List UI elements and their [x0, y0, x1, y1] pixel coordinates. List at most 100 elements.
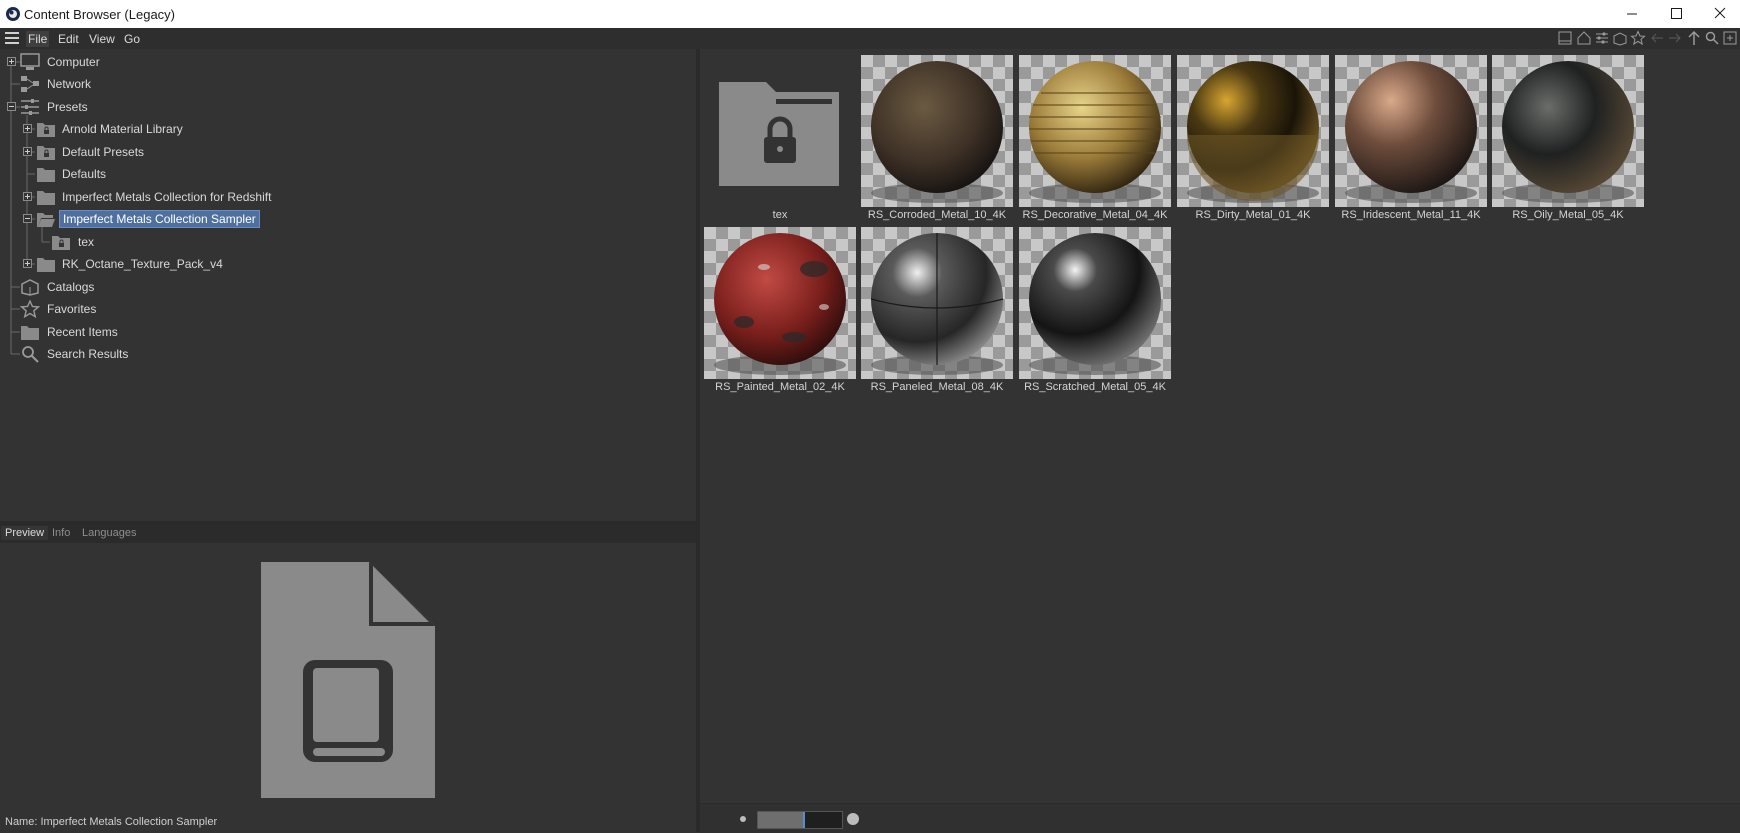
tree-label: Imperfect Metals Collection for Redshift [62, 190, 272, 204]
zoom-small-icon [740, 816, 746, 822]
grid-item-label: RS_Iridescent_Metal_11_4K [1341, 209, 1481, 221]
tree-item-arnold-material-library[interactable]: Arnold Material Library [0, 119, 300, 139]
tab-languages[interactable]: Languages [82, 527, 136, 539]
content-grid: tex RS_Corroded_Metal_10_4K RS_Decorativ… [700, 49, 1740, 802]
minimize-icon [1627, 13, 1637, 15]
grid-item-decorative-metal[interactable] [1019, 55, 1171, 207]
search-icon[interactable] [1704, 30, 1720, 46]
presets-icon [21, 99, 39, 115]
tree-item-tex[interactable]: tex [0, 232, 300, 252]
tree-label: Computer [47, 55, 100, 69]
tree-item-search-results[interactable]: Search Results [0, 344, 300, 364]
menu-file[interactable]: File [26, 31, 50, 47]
menu-edit[interactable]: Edit [56, 31, 81, 47]
zoom-slider-handle[interactable] [803, 812, 805, 828]
close-button[interactable] [1698, 0, 1740, 28]
tree-item-catalogs[interactable]: Catalogs [0, 277, 300, 297]
folder-lock-icon [719, 82, 839, 186]
tree-item-imperfect-metals-redshift[interactable]: Imperfect Metals Collection for Redshift [0, 187, 300, 207]
collapse-icon[interactable] [23, 214, 32, 223]
zoom-slider[interactable] [757, 811, 843, 829]
material-thumbnail [1492, 55, 1644, 207]
tree-item-rk-octane[interactable]: RK_Octane_Texture_Pack_v4 [0, 254, 300, 274]
star-icon[interactable] [1630, 30, 1646, 46]
material-thumbnail [861, 55, 1013, 207]
catalog-icon [21, 279, 39, 296]
collapse-icon[interactable] [7, 102, 16, 111]
folder-icon [37, 258, 55, 272]
settings-icon[interactable] [1594, 30, 1610, 46]
folder-icon [37, 168, 55, 182]
expand-icon[interactable] [23, 259, 32, 268]
forward-icon[interactable] [1667, 30, 1683, 46]
menu-bar: File Edit View Go [0, 28, 1740, 50]
tree-item-default-presets[interactable]: Default Presets [0, 142, 300, 162]
tree-label: Search Results [47, 347, 129, 361]
tree-item-network[interactable]: Network [0, 74, 300, 94]
tree-label: RK_Octane_Texture_Pack_v4 [62, 257, 223, 271]
grid-item-painted-metal[interactable] [704, 227, 856, 379]
zoom-bar [700, 803, 1740, 833]
expand-icon[interactable] [23, 124, 32, 133]
grid-item-label: RS_Painted_Metal_02_4K [715, 381, 845, 393]
tree-item-defaults[interactable]: Defaults [0, 164, 300, 184]
tree-item-computer[interactable]: Computer [0, 52, 300, 72]
menu-go[interactable]: Go [122, 31, 142, 47]
tree-item-favorites[interactable]: Favorites [0, 299, 300, 319]
grid-item-oily-metal[interactable] [1492, 55, 1644, 207]
computer-icon [20, 53, 40, 70]
library-file-icon [261, 562, 435, 798]
hamburger-menu-icon[interactable] [5, 32, 19, 44]
network-icon [21, 76, 39, 92]
grid-item-label: RS_Dirty_Metal_01_4K [1195, 209, 1311, 221]
tree-label: Defaults [62, 167, 107, 181]
tree-item-imperfect-metals-sampler[interactable]: Imperfect Metals Collection Sampler [0, 209, 300, 229]
grid-item-scratched-metal[interactable] [1019, 227, 1171, 379]
expand-icon[interactable] [23, 147, 32, 156]
up-icon[interactable] [1686, 30, 1702, 46]
material-thumbnail [861, 227, 1013, 379]
title-bar: Content Browser (Legacy) [0, 0, 1740, 28]
material-thumbnail [1019, 227, 1171, 379]
grid-item-tex[interactable] [704, 55, 856, 207]
tree-item-presets[interactable]: Presets [0, 97, 300, 117]
grid-item-dirty-metal[interactable] [1177, 55, 1329, 207]
material-thumbnail [1177, 55, 1329, 207]
new-window-icon[interactable] [1722, 30, 1738, 46]
tree-label: Recent Items [47, 325, 118, 339]
cinema4d-logo-icon [6, 7, 20, 21]
grid-item-corroded-metal[interactable] [861, 55, 1013, 207]
preview-tabs: Preview Info Languages [0, 525, 696, 543]
tab-info[interactable]: Info [52, 527, 70, 539]
grid-item-label: tex [772, 209, 788, 221]
grid-item-iridescent-metal[interactable] [1335, 55, 1487, 207]
expand-icon[interactable] [23, 192, 32, 201]
maximize-button[interactable] [1654, 0, 1698, 28]
tree-label: Favorites [47, 302, 97, 316]
maximize-icon [1671, 8, 1682, 19]
tree-label: Imperfect Metals Collection Sampler [59, 210, 260, 228]
menu-view[interactable]: View [87, 31, 117, 47]
grid-item-label: RS_Decorative_Metal_04_4K [1022, 209, 1168, 221]
catalog-icon[interactable] [1612, 30, 1628, 46]
tree-label: Catalogs [47, 280, 95, 294]
close-icon [1714, 7, 1726, 19]
back-icon[interactable] [1649, 30, 1665, 46]
layout-icon[interactable] [1557, 30, 1573, 46]
star-icon [20, 300, 40, 318]
minimize-button[interactable] [1610, 0, 1654, 28]
folder-lock-icon [52, 236, 70, 250]
material-thumbnail [1019, 55, 1171, 207]
tree-item-recent-items[interactable]: Recent Items [0, 322, 300, 342]
grid-item-paneled-metal[interactable] [861, 227, 1013, 379]
tree-label: Default Presets [62, 145, 145, 159]
grid-item-label: RS_Paneled_Metal_08_4K [870, 381, 1004, 393]
expand-icon[interactable] [7, 57, 16, 66]
grid-item-label: RS_Oily_Metal_05_4K [1512, 209, 1624, 221]
preview-panel [0, 543, 696, 832]
home-icon[interactable] [1576, 30, 1592, 46]
zoom-slider-fill [758, 812, 804, 828]
folder-icon [37, 191, 55, 205]
material-thumbnail [1335, 55, 1487, 207]
tab-preview[interactable]: Preview [1, 526, 49, 540]
